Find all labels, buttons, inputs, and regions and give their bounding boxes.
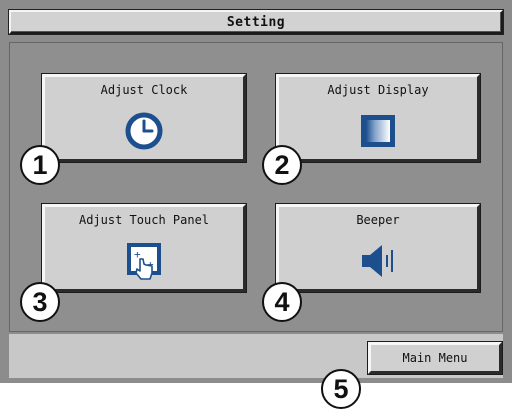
callout-badge-4: 4 [262, 282, 302, 322]
beeper-button[interactable]: Beeper [275, 203, 481, 293]
page-title: Setting [9, 10, 503, 34]
callout-badge-3: 3 [20, 282, 60, 322]
page-title-text: Setting [226, 14, 286, 30]
display-icon [361, 115, 395, 147]
speaker-icon [362, 245, 393, 277]
adjust-clock-button[interactable]: Adjust Clock [41, 73, 247, 163]
callout-badge-2: 2 [262, 145, 302, 185]
beeper-label: Beeper [356, 213, 400, 227]
main-menu-label: Main Menu [402, 351, 468, 365]
adjust-display-button[interactable]: Adjust Display [275, 73, 481, 163]
screen: Setting Adjust Clock Adjust Display Adju… [0, 0, 512, 383]
callout-badge-1: 1 [20, 145, 60, 185]
touch-panel-icon: + + [127, 243, 161, 280]
adjust-display-label: Adjust Display [327, 83, 429, 97]
callout-badge-5: 5 [321, 369, 361, 409]
clock-icon [125, 112, 163, 150]
main-menu-button[interactable]: Main Menu [367, 341, 503, 375]
adjust-clock-label: Adjust Clock [100, 83, 188, 97]
adjust-touch-panel-label: Adjust Touch Panel [78, 213, 210, 227]
adjust-touch-panel-button[interactable]: Adjust Touch Panel + + [41, 203, 247, 293]
